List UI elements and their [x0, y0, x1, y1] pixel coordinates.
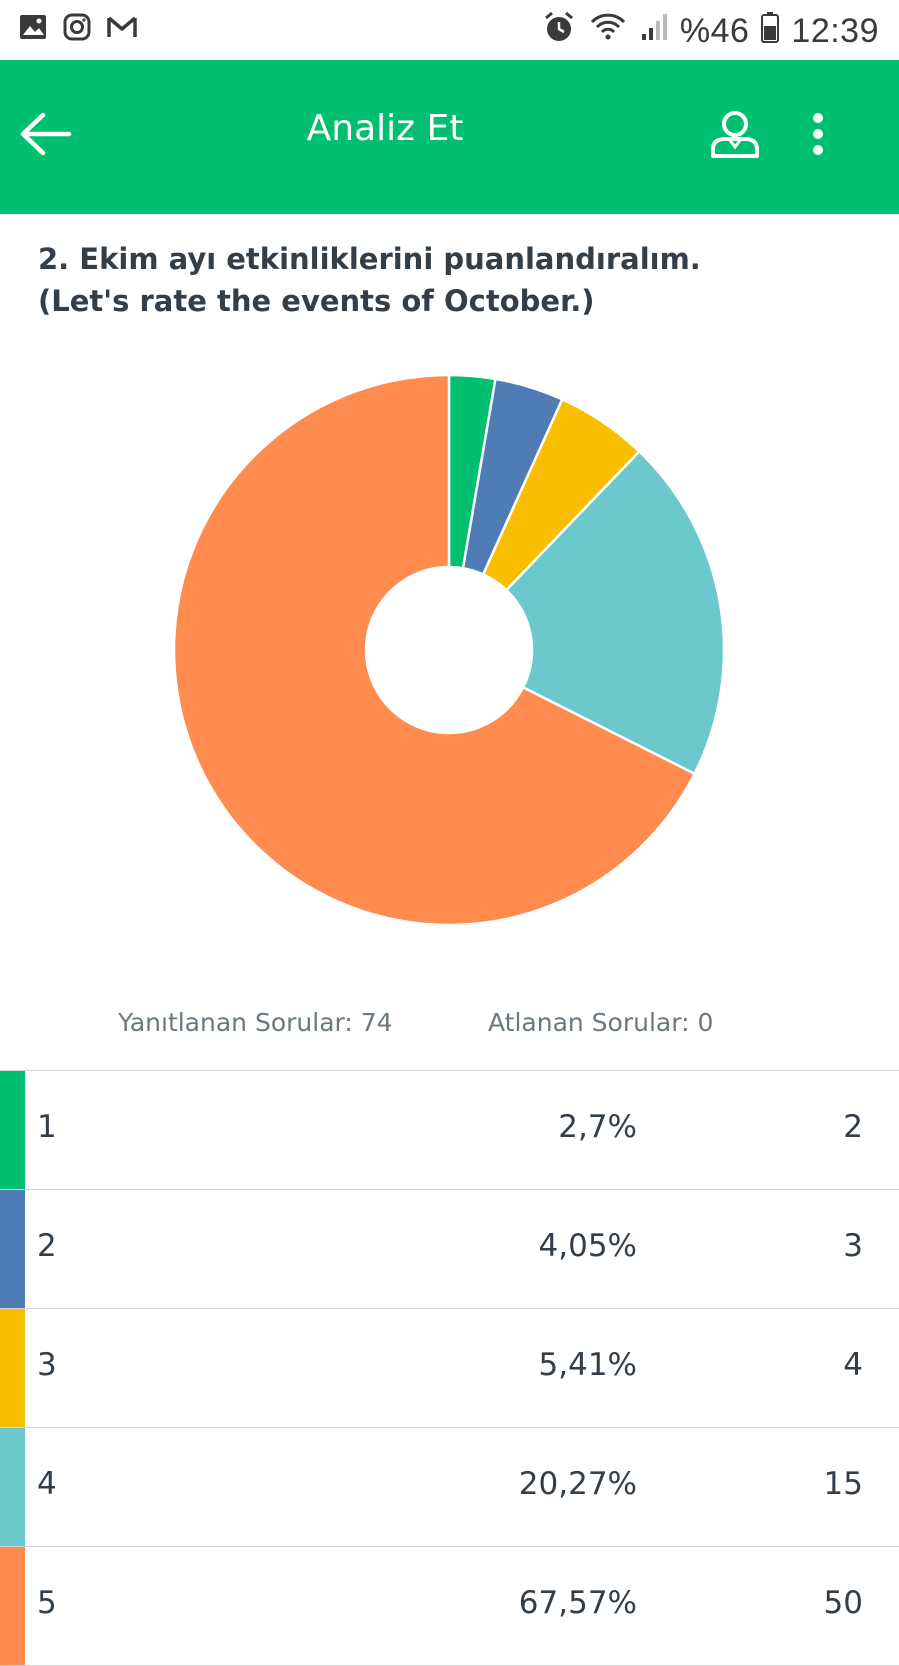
wifi-icon [588, 11, 628, 51]
answer-label: 5 [37, 1585, 57, 1621]
gmail-icon [106, 12, 138, 46]
color-swatch [0, 1071, 25, 1189]
page-title: Analiz Et [306, 108, 464, 149]
table-row[interactable]: 1 2,7% 2 [0, 1071, 899, 1190]
answer-label: 4 [37, 1466, 57, 1502]
answer-table: 1 2,7% 2 2 4,05% 3 3 5,41% 4 4 20,27% 15 5 67,57% 50 [0, 1070, 899, 1666]
clock: 12:39 [791, 11, 879, 50]
donut-chart-svg [172, 373, 726, 927]
more-vert-icon [813, 113, 823, 155]
answer-label: 2 [37, 1228, 57, 1264]
answer-label: 1 [37, 1109, 57, 1145]
donut-chart [0, 370, 899, 950]
answered-count: Yanıtlanan Sorular: 74 [118, 1008, 393, 1037]
signal-icon [640, 12, 668, 50]
response-stats: Yanıtlanan Sorular: 74 Atlanan Sorular: … [0, 1008, 899, 1048]
answer-percent: 67,57% [518, 1585, 637, 1621]
answer-percent: 20,27% [518, 1466, 637, 1502]
instagram-icon [62, 12, 92, 46]
answer-count: 3 [843, 1228, 863, 1264]
question-line-2: (Let's rate the events of October.) [38, 284, 595, 318]
more-options-button[interactable] [798, 104, 838, 164]
skipped-count: Atlanan Sorular: 0 [488, 1008, 714, 1037]
alarm-icon [542, 10, 576, 52]
gallery-icon [18, 12, 48, 46]
color-swatch [0, 1428, 25, 1546]
answer-percent: 5,41% [538, 1347, 637, 1383]
answer-count: 4 [843, 1347, 863, 1383]
user-profile-icon [711, 111, 759, 158]
table-row[interactable]: 2 4,05% 3 [0, 1190, 899, 1309]
color-swatch [0, 1547, 25, 1665]
question-title: 2. Ekim ayı etkinliklerini puanlandıralı… [38, 238, 868, 322]
battery-percent: %46 [679, 11, 750, 50]
answer-count: 50 [823, 1585, 863, 1621]
question-line-1: 2. Ekim ayı etkinliklerini puanlandıralı… [38, 242, 701, 276]
notification-icons [18, 12, 138, 46]
user-profile-button[interactable] [705, 104, 765, 164]
answer-count: 2 [843, 1109, 863, 1145]
answer-percent: 2,7% [558, 1109, 637, 1145]
answer-label: 3 [37, 1347, 57, 1383]
answer-count: 15 [823, 1466, 863, 1502]
system-status: %46 12:39 [542, 10, 879, 52]
table-row[interactable]: 4 20,27% 15 [0, 1428, 899, 1547]
table-row[interactable]: 3 5,41% 4 [0, 1309, 899, 1428]
battery-icon [761, 11, 780, 51]
color-swatch [0, 1190, 25, 1308]
table-row[interactable]: 5 67,57% 50 [0, 1547, 899, 1666]
app-bar: Analiz Et [0, 60, 899, 214]
color-swatch [0, 1309, 25, 1427]
answer-percent: 4,05% [538, 1228, 637, 1264]
status-bar: %46 12:39 [0, 0, 899, 60]
